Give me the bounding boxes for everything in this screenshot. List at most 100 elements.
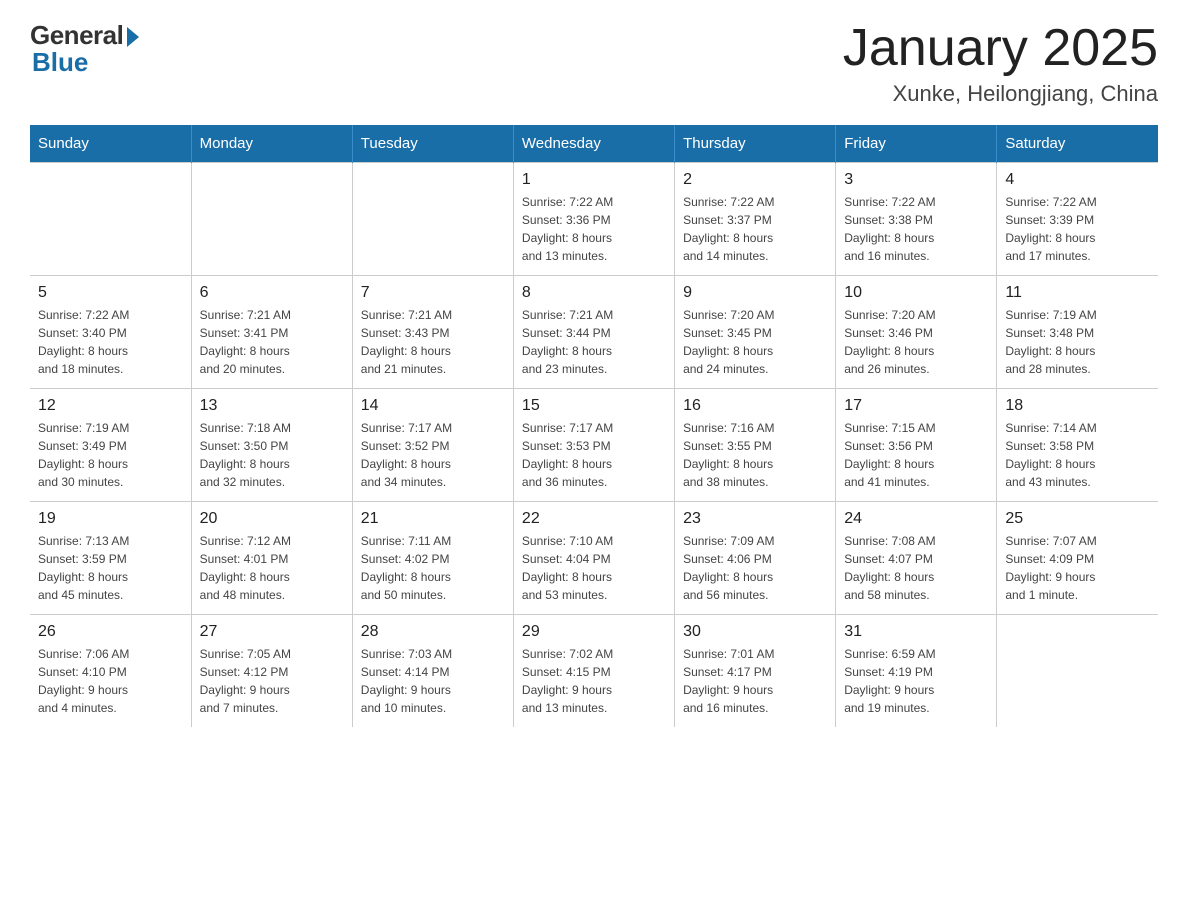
day-number: 8 — [522, 284, 666, 302]
day-info: Sunrise: 7:15 AM Sunset: 3:56 PM Dayligh… — [844, 419, 988, 491]
calendar-cell: 9 Sunrise: 7:20 AM Sunset: 3:45 PM Daylig… — [675, 276, 836, 389]
day-number: 3 — [844, 171, 988, 189]
day-number: 14 — [361, 397, 505, 415]
day-info: Sunrise: 7:20 AM Sunset: 3:46 PM Dayligh… — [844, 306, 988, 378]
day-number: 17 — [844, 397, 988, 415]
day-number: 12 — [38, 397, 183, 415]
page-header: General Blue January 2025 Xunke, Heilong… — [30, 20, 1158, 107]
day-of-week-header: Tuesday — [352, 125, 513, 163]
calendar-cell: 29 Sunrise: 7:02 AM Sunset: 4:15 PM Dayli… — [513, 615, 674, 728]
day-number: 1 — [522, 171, 666, 189]
days-of-week-row: SundayMondayTuesdayWednesdayThursdayFrid… — [30, 125, 1158, 163]
calendar-cell: 28Sunrise: 7:03 AM Sunset: 4:14 PM Dayli… — [352, 615, 513, 728]
day-number: 19 — [38, 510, 183, 528]
day-of-week-header: Sunday — [30, 125, 191, 163]
day-number: 27 — [200, 623, 344, 641]
calendar-week-row: 26Sunrise: 7:06 AM Sunset: 4:10 PM Dayli… — [30, 615, 1158, 728]
day-of-week-header: Friday — [836, 125, 997, 163]
calendar-week-row: 5Sunrise: 7:22 AM Sunset: 3:40 PM Daylig… — [30, 276, 1158, 389]
day-info: Sunrise: 7:20 AM Sunset: 3:45 PM Dayligh… — [683, 306, 827, 378]
calendar-cell: 22 Sunrise: 7:10 AM Sunset: 4:04 PM Dayli… — [513, 502, 674, 615]
day-number: 15 — [522, 397, 666, 415]
day-of-week-header: Thursday — [675, 125, 836, 163]
day-number: 18 — [1005, 397, 1150, 415]
day-info: Sunrise: 7:13 AM Sunset: 3:59 PM Dayligh… — [38, 532, 183, 604]
day-info: Sunrise: 7:11 AM Sunset: 4:02 PM Dayligh… — [361, 532, 505, 604]
calendar-cell: 25 Sunrise: 7:07 AM Sunset: 4:09 PM Dayli… — [997, 502, 1158, 615]
day-number: 20 — [200, 510, 344, 528]
calendar-cell: 8 Sunrise: 7:21 AM Sunset: 3:44 PM Daylig… — [513, 276, 674, 389]
calendar-cell: 6 Sunrise: 7:21 AM Sunset: 3:41 PM Daylig… — [191, 276, 352, 389]
day-of-week-header: Saturday — [997, 125, 1158, 163]
day-info: Sunrise: 7:17 AM Sunset: 3:52 PM Dayligh… — [361, 419, 505, 491]
day-info: Sunrise: 7:21 AM Sunset: 3:43 PM Dayligh… — [361, 306, 505, 378]
day-info: Sunrise: 7:09 AM Sunset: 4:06 PM Dayligh… — [683, 532, 827, 604]
day-info: Sunrise: 7:07 AM Sunset: 4:09 PM Dayligh… — [1005, 532, 1150, 604]
calendar-cell: 3 Sunrise: 7:22 AM Sunset: 3:38 PM Daylig… — [836, 163, 997, 276]
day-info: Sunrise: 7:21 AM Sunset: 3:41 PM Dayligh… — [200, 306, 344, 378]
day-info: Sunrise: 7:19 AM Sunset: 3:48 PM Dayligh… — [1005, 306, 1150, 378]
calendar-body: 1 Sunrise: 7:22 AM Sunset: 3:36 PM Daylig… — [30, 163, 1158, 728]
calendar-cell: 30 Sunrise: 7:01 AM Sunset: 4:17 PM Dayli… — [675, 615, 836, 728]
day-info: Sunrise: 7:02 AM Sunset: 4:15 PM Dayligh… — [522, 645, 666, 717]
calendar-cell: 12 Sunrise: 7:19 AM Sunset: 3:49 PM Dayli… — [30, 389, 191, 502]
calendar-cell — [30, 163, 191, 276]
calendar-cell: 4Sunrise: 7:22 AM Sunset: 3:39 PM Daylig… — [997, 163, 1158, 276]
day-number: 31 — [844, 623, 988, 641]
day-number: 6 — [200, 284, 344, 302]
calendar-cell — [191, 163, 352, 276]
calendar-cell: 2 Sunrise: 7:22 AM Sunset: 3:37 PM Daylig… — [675, 163, 836, 276]
day-info: Sunrise: 7:22 AM Sunset: 3:38 PM Dayligh… — [844, 193, 988, 265]
page-subtitle: Xunke, Heilongjiang, China — [843, 81, 1158, 107]
day-number: 30 — [683, 623, 827, 641]
calendar-week-row: 19 Sunrise: 7:13 AM Sunset: 3:59 PM Dayli… — [30, 502, 1158, 615]
day-number: 10 — [844, 284, 988, 302]
calendar-cell: 23 Sunrise: 7:09 AM Sunset: 4:06 PM Dayli… — [675, 502, 836, 615]
day-info: Sunrise: 7:21 AM Sunset: 3:44 PM Dayligh… — [522, 306, 666, 378]
day-info: Sunrise: 7:22 AM Sunset: 3:37 PM Dayligh… — [683, 193, 827, 265]
calendar-cell: 31Sunrise: 6:59 AM Sunset: 4:19 PM Dayli… — [836, 615, 997, 728]
day-info: Sunrise: 7:08 AM Sunset: 4:07 PM Dayligh… — [844, 532, 988, 604]
calendar-cell: 26Sunrise: 7:06 AM Sunset: 4:10 PM Dayli… — [30, 615, 191, 728]
calendar-cell: 15 Sunrise: 7:17 AM Sunset: 3:53 PM Dayli… — [513, 389, 674, 502]
day-number: 9 — [683, 284, 827, 302]
day-number: 25 — [1005, 510, 1150, 528]
calendar-cell: 11 Sunrise: 7:19 AM Sunset: 3:48 PM Dayli… — [997, 276, 1158, 389]
calendar-cell: 13 Sunrise: 7:18 AM Sunset: 3:50 PM Dayli… — [191, 389, 352, 502]
calendar-table: SundayMondayTuesdayWednesdayThursdayFrid… — [30, 125, 1158, 727]
logo-arrow-icon — [127, 27, 139, 47]
calendar-cell: 1 Sunrise: 7:22 AM Sunset: 3:36 PM Daylig… — [513, 163, 674, 276]
day-info: Sunrise: 7:22 AM Sunset: 3:36 PM Dayligh… — [522, 193, 666, 265]
calendar-week-row: 12 Sunrise: 7:19 AM Sunset: 3:49 PM Dayli… — [30, 389, 1158, 502]
calendar-cell: 18Sunrise: 7:14 AM Sunset: 3:58 PM Dayli… — [997, 389, 1158, 502]
calendar-week-row: 1 Sunrise: 7:22 AM Sunset: 3:36 PM Daylig… — [30, 163, 1158, 276]
day-of-week-header: Monday — [191, 125, 352, 163]
calendar-cell: 19 Sunrise: 7:13 AM Sunset: 3:59 PM Dayli… — [30, 502, 191, 615]
day-number: 23 — [683, 510, 827, 528]
day-info: Sunrise: 7:03 AM Sunset: 4:14 PM Dayligh… — [361, 645, 505, 717]
day-info: Sunrise: 7:12 AM Sunset: 4:01 PM Dayligh… — [200, 532, 344, 604]
day-info: Sunrise: 7:10 AM Sunset: 4:04 PM Dayligh… — [522, 532, 666, 604]
day-number: 5 — [38, 284, 183, 302]
day-number: 29 — [522, 623, 666, 641]
day-info: Sunrise: 7:18 AM Sunset: 3:50 PM Dayligh… — [200, 419, 344, 491]
day-number: 16 — [683, 397, 827, 415]
day-info: Sunrise: 7:17 AM Sunset: 3:53 PM Dayligh… — [522, 419, 666, 491]
day-number: 21 — [361, 510, 505, 528]
day-info: Sunrise: 7:05 AM Sunset: 4:12 PM Dayligh… — [200, 645, 344, 717]
day-number: 22 — [522, 510, 666, 528]
day-info: Sunrise: 7:01 AM Sunset: 4:17 PM Dayligh… — [683, 645, 827, 717]
day-info: Sunrise: 7:19 AM Sunset: 3:49 PM Dayligh… — [38, 419, 183, 491]
calendar-cell: 20 Sunrise: 7:12 AM Sunset: 4:01 PM Dayli… — [191, 502, 352, 615]
day-number: 11 — [1005, 284, 1150, 302]
calendar-cell: 24Sunrise: 7:08 AM Sunset: 4:07 PM Dayli… — [836, 502, 997, 615]
calendar-header: SundayMondayTuesdayWednesdayThursdayFrid… — [30, 125, 1158, 163]
day-number: 13 — [200, 397, 344, 415]
day-number: 7 — [361, 284, 505, 302]
calendar-cell: 10 Sunrise: 7:20 AM Sunset: 3:46 PM Dayli… — [836, 276, 997, 389]
day-info: Sunrise: 7:06 AM Sunset: 4:10 PM Dayligh… — [38, 645, 183, 717]
day-of-week-header: Wednesday — [513, 125, 674, 163]
day-number: 2 — [683, 171, 827, 189]
logo: General Blue — [30, 20, 139, 78]
day-info: Sunrise: 7:16 AM Sunset: 3:55 PM Dayligh… — [683, 419, 827, 491]
